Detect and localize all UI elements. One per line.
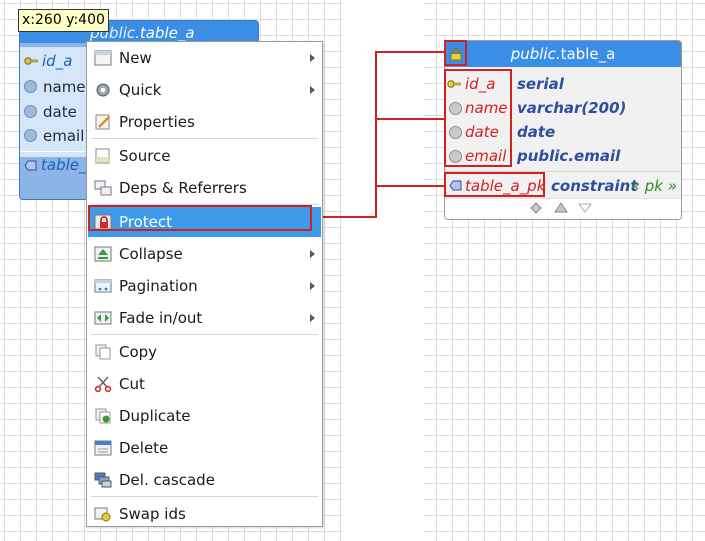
copy-icon <box>95 344 111 360</box>
menu-item-cut[interactable]: Cut <box>88 369 321 399</box>
menu-item-del-cascade[interactable]: Del. cascade <box>88 465 321 495</box>
delete-icon <box>94 440 112 456</box>
submenu-arrow-icon <box>310 54 315 62</box>
menu-item-copy[interactable]: Copy <box>88 337 321 367</box>
columns-highlight-box <box>444 69 512 167</box>
lock-highlight-box <box>444 40 467 66</box>
menu-item-properties[interactable]: Properties <box>88 107 321 137</box>
quick-action-gear-icon <box>96 83 110 97</box>
constraint-highlight-box <box>444 172 545 197</box>
coordinate-tooltip: x:260 y:400 <box>18 9 109 32</box>
submenu-arrow-icon <box>310 314 315 322</box>
protect-highlight-box <box>88 205 312 231</box>
submenu-arrow-icon <box>310 250 315 258</box>
menu-item-fade[interactable]: Fade in/out <box>88 303 321 333</box>
menu-separator <box>91 138 318 139</box>
menu-item-duplicate[interactable]: Duplicate <box>88 401 321 431</box>
submenu-arrow-icon <box>310 86 315 94</box>
menu-item-source[interactable]: Source <box>88 141 321 171</box>
menu-separator <box>91 496 318 497</box>
menu-item-collapse[interactable]: Collapse <box>88 239 321 269</box>
swap-ids-icon <box>94 507 111 522</box>
context-menu[interactable]: New Quick Properties Source Deps & Refer… <box>86 41 323 527</box>
menu-item-new[interactable]: New <box>88 43 321 73</box>
menu-item-swap-ids[interactable]: Swap ids <box>88 499 321 529</box>
connector-lock <box>320 51 444 218</box>
menu-item-deps-referrers[interactable]: Deps & Referrers <box>88 173 321 203</box>
submenu-arrow-icon <box>310 282 315 290</box>
sql-source-icon <box>95 148 110 164</box>
properties-edit-icon <box>95 114 110 130</box>
fade-icon <box>94 311 112 325</box>
menu-item-delete[interactable]: Delete <box>88 433 321 463</box>
menu-item-quick[interactable]: Quick <box>88 75 321 105</box>
collapse-icon <box>94 246 112 262</box>
duplicate-icon <box>95 408 111 424</box>
menu-item-pagination[interactable]: Pagination <box>88 271 321 301</box>
new-object-icon <box>94 50 112 66</box>
pagination-icon <box>94 279 112 293</box>
scissors-icon <box>94 376 112 392</box>
menu-separator <box>91 334 318 335</box>
delete-cascade-icon <box>94 472 112 488</box>
dependencies-icon <box>94 180 112 196</box>
